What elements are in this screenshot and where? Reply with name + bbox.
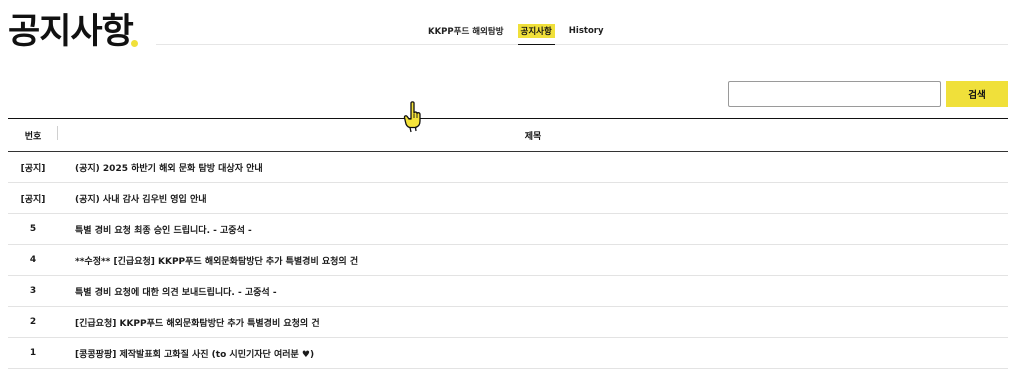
row-title-link[interactable]: **수정** [긴급요청] KKPP푸드 해외문화탐방단 추가 특별경비 요청의… xyxy=(58,254,358,267)
table-header: 번호 제목 xyxy=(8,119,1008,152)
search-button[interactable]: 검색 xyxy=(946,81,1008,107)
row-number: 3 xyxy=(29,286,37,296)
table-row[interactable]: [공지] (공지) 2025 하반기 해외 문화 탐방 대상자 안내 xyxy=(8,152,1008,183)
row-number: 2 xyxy=(29,317,37,327)
page-title: 공지사항 xyxy=(8,12,134,52)
top-nav: KKPP푸드 해외탐방 공지사항 History xyxy=(428,24,604,45)
row-number: 5 xyxy=(29,224,37,234)
pointing-hand-cursor-icon xyxy=(403,101,421,133)
row-title-link[interactable]: 특별 경비 요청에 대한 의견 보내드립니다. - 고중석 - xyxy=(58,285,277,298)
row-title-link[interactable]: [콩콩팡팡] 제작발표회 고화질 사진 (to 시민기자단 여러분 ♥) xyxy=(58,347,314,360)
notice-table: 번호 제목 [공지] (공지) 2025 하반기 해외 문화 탐방 대상자 안내… xyxy=(8,118,1008,369)
row-number: [공지] xyxy=(20,194,46,205)
row-number: 4 xyxy=(29,255,37,265)
header-divider xyxy=(156,44,1008,45)
notice-page: 공지사항 KKPP푸드 해외탐방 공지사항 History 검색 번호 제목 [… xyxy=(0,0,1024,376)
column-header-title: 제목 xyxy=(524,131,542,142)
row-title-link[interactable]: 특별 경비 요청 최종 승인 드립니다. - 고중석 - xyxy=(58,223,252,236)
table-row[interactable]: 4 **수정** [긴급요청] KKPP푸드 해외문화탐방단 추가 특별경비 요… xyxy=(8,245,1008,276)
nav-item-overseas-tour[interactable]: KKPP푸드 해외탐방 xyxy=(428,25,504,37)
row-number: 1 xyxy=(29,348,37,358)
nav-item-history[interactable]: History xyxy=(569,26,604,36)
row-title-link[interactable]: [긴급요청] KKPP푸드 해외문화탐방단 추가 특별경비 요청의 건 xyxy=(58,316,320,329)
table-row[interactable]: 1 [콩콩팡팡] 제작발표회 고화질 사진 (to 시민기자단 여러분 ♥) xyxy=(8,338,1008,369)
table-row[interactable]: 2 [긴급요청] KKPP푸드 해외문화탐방단 추가 특별경비 요청의 건 xyxy=(8,307,1008,338)
table-row[interactable]: [공지] (공지) 사내 감사 김우빈 영입 안내 xyxy=(8,183,1008,214)
title-accent-dot xyxy=(131,40,138,47)
table-row[interactable]: 3 특별 경비 요청에 대한 의견 보내드립니다. - 고중석 - xyxy=(8,276,1008,307)
nav-item-notice[interactable]: 공지사항 xyxy=(517,24,556,45)
search-input[interactable] xyxy=(728,81,941,107)
row-title-link[interactable]: (공지) 사내 감사 김우빈 영입 안내 xyxy=(58,192,207,205)
row-title-link[interactable]: (공지) 2025 하반기 해외 문화 탐방 대상자 안내 xyxy=(58,161,263,174)
table-row[interactable]: 5 특별 경비 요청 최종 승인 드립니다. - 고중석 - xyxy=(8,214,1008,245)
row-number: [공지] xyxy=(20,163,46,174)
column-header-number: 번호 xyxy=(8,125,58,142)
